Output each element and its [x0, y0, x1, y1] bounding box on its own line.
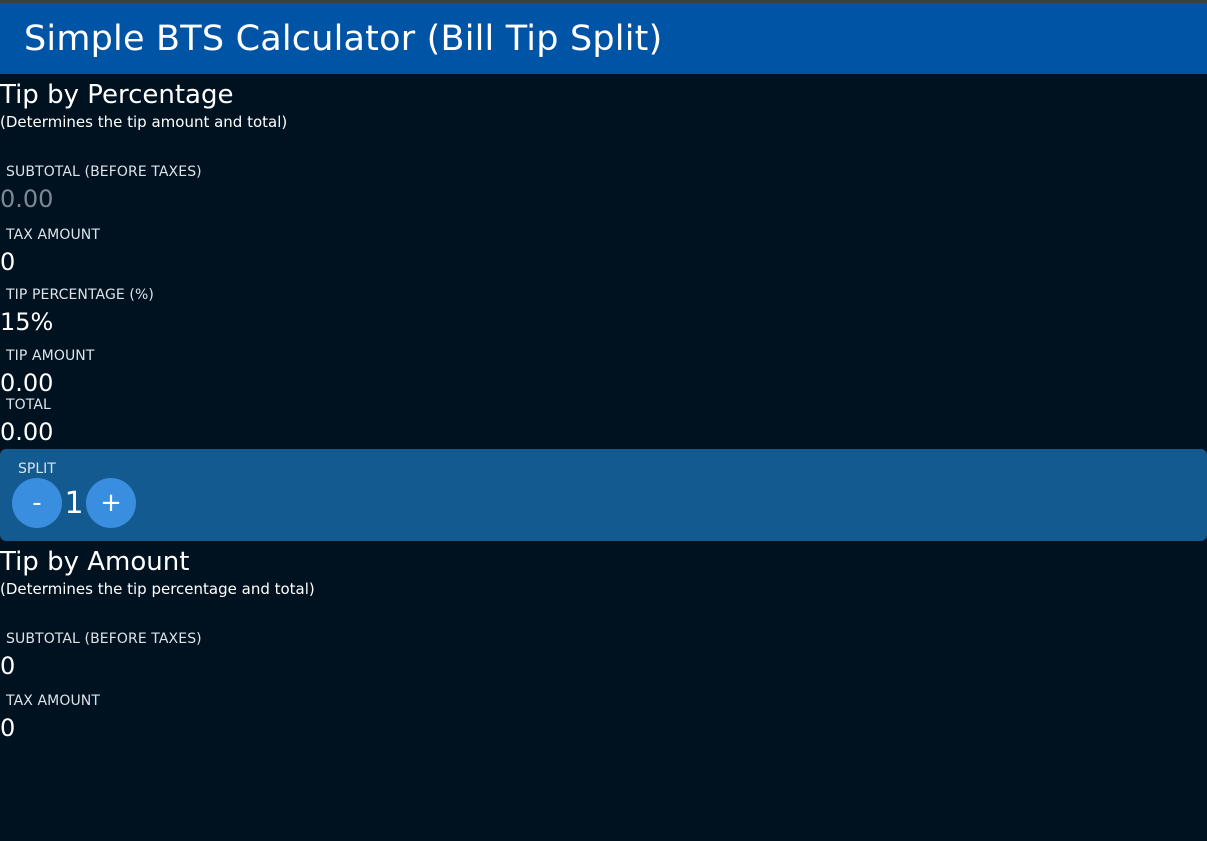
- split-label: SPLIT: [18, 461, 56, 477]
- tax-label: TAX AMOUNT: [6, 227, 101, 243]
- tip-by-amount-section: Tip by Amount (Determines the tip percen…: [0, 546, 1207, 743]
- tip-percentage-label: TIP PERCENTAGE (%): [6, 287, 154, 303]
- amount-subtotal-label: SUBTOTAL (BEFORE TAXES): [6, 631, 202, 647]
- app-bar: Simple BTS Calculator (Bill Tip Split): [0, 3, 1207, 74]
- section-subtitle-tip-by-amount: (Determines the tip percentage and total…: [0, 580, 315, 598]
- subtotal-field-group: SUBTOTAL (BEFORE TAXES): [0, 163, 1207, 215]
- subtotal-label: SUBTOTAL (BEFORE TAXES): [6, 164, 202, 180]
- split-decrement-button[interactable]: -: [12, 478, 62, 528]
- tax-field-group: TAX AMOUNT 0: [0, 226, 1207, 277]
- tip-amount-field-group: TIP AMOUNT 0.00: [0, 347, 1207, 398]
- tax-input[interactable]: 0: [0, 247, 1207, 277]
- amount-tax-field-group: TAX AMOUNT 0: [0, 692, 1207, 743]
- subtotal-input[interactable]: [0, 183, 600, 215]
- split-count: 1: [64, 485, 84, 521]
- split-controls: - 1 +: [12, 478, 136, 528]
- split-increment-button[interactable]: +: [86, 478, 136, 528]
- section-subtitle-tip-by-percentage: (Determines the tip amount and total): [0, 113, 288, 131]
- tip-percentage-input[interactable]: 15%: [0, 307, 1207, 337]
- total-value: 0.00: [0, 418, 54, 446]
- app-title: Simple BTS Calculator (Bill Tip Split): [24, 18, 663, 59]
- amount-subtotal-input[interactable]: 0: [0, 651, 1207, 681]
- amount-subtotal-field-group: SUBTOTAL (BEFORE TAXES) 0: [0, 630, 1207, 681]
- amount-tax-label: TAX AMOUNT: [6, 693, 101, 709]
- total-label: TOTAL: [6, 397, 51, 413]
- section-title-tip-by-amount: Tip by Amount: [0, 547, 190, 577]
- tip-amount-label: TIP AMOUNT: [6, 348, 95, 364]
- tip-percentage-field-group: TIP PERCENTAGE (%) 15%: [0, 286, 1207, 337]
- total-field-group: TOTAL 0.00: [0, 396, 1207, 447]
- tip-amount-value: 0.00: [0, 369, 54, 397]
- tip-by-percentage-section: Tip by Percentage (Determines the tip am…: [0, 79, 1207, 447]
- amount-tax-input[interactable]: 0: [0, 713, 1207, 743]
- split-panel: SPLIT - 1 +: [0, 449, 1207, 541]
- section-title-tip-by-percentage: Tip by Percentage: [0, 80, 234, 110]
